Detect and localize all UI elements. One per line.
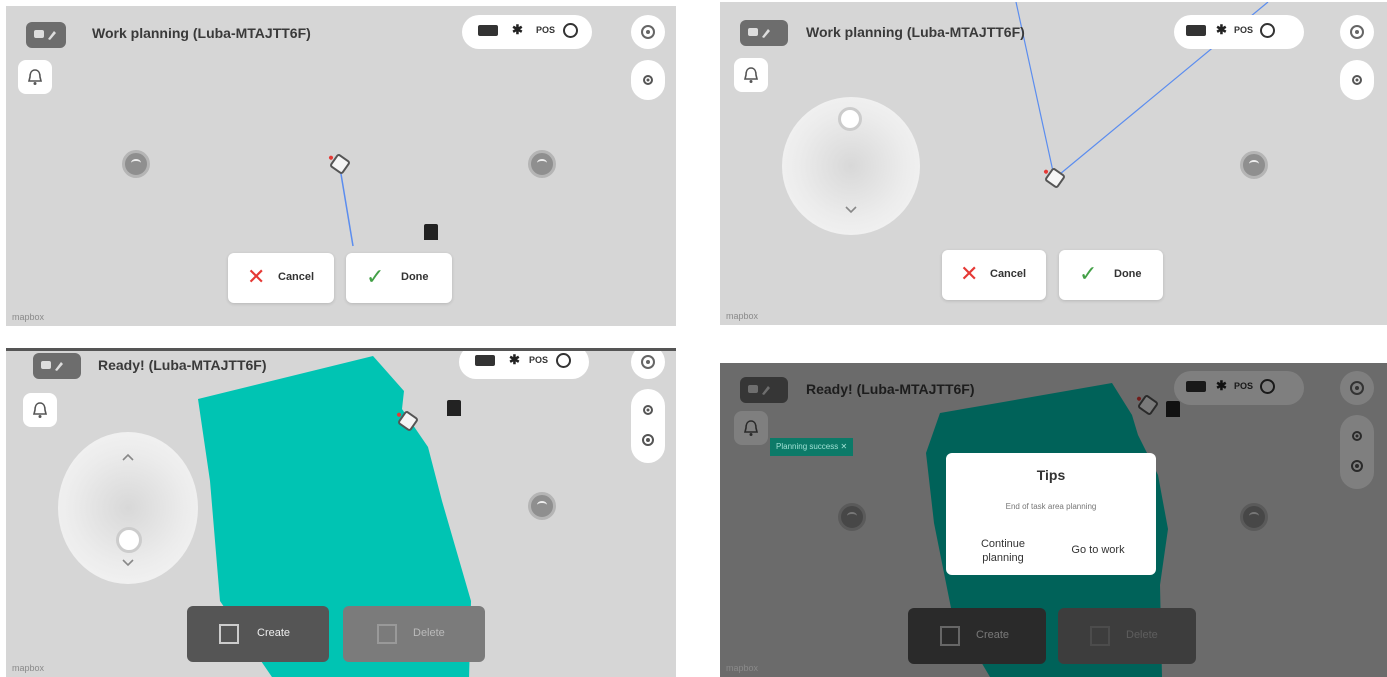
settings-icon <box>641 355 655 369</box>
delete-button[interactable]: Delete <box>343 606 485 662</box>
edit-pill-button[interactable] <box>33 353 81 379</box>
rtk-icon <box>1260 23 1275 38</box>
delete-icon <box>377 624 397 644</box>
status-bar: ✱ POS <box>462 15 592 49</box>
edit-pill-button[interactable] <box>26 22 66 48</box>
joystick-knob[interactable] <box>116 527 142 553</box>
locate-icon[interactable] <box>641 403 655 417</box>
cancel-label: Cancel <box>990 268 1027 280</box>
station-icon <box>447 400 461 416</box>
dialog-message: End of task area planning <box>1005 502 1097 511</box>
page-title: Work planning (Luba-MTAJTT6F) <box>806 24 1025 40</box>
map-watermark: mapbox <box>726 311 759 321</box>
battery-icon <box>1186 25 1206 36</box>
locate-button[interactable] <box>631 60 665 100</box>
battery-icon <box>478 25 498 36</box>
done-label: Done <box>401 271 429 283</box>
delete-label: Delete <box>413 627 445 639</box>
close-icon: ✕ <box>247 264 266 289</box>
cancel-button[interactable]: ✕ Cancel <box>942 250 1046 300</box>
panel-ready-3: Ready! (Luba-MTAJTT6F) ✱ POS Create Dele… <box>6 348 676 677</box>
dialog-title: Tips <box>1036 467 1066 483</box>
status-bar: ✱ POS <box>1174 15 1304 49</box>
toast-text: Planning success <box>776 442 839 451</box>
chevron-up-icon <box>122 453 134 461</box>
continue-planning-button[interactable]: Continue planning <box>968 537 1038 565</box>
bluetooth-icon: ✱ <box>509 352 520 367</box>
map-watermark: mapbox <box>12 663 45 673</box>
bluetooth-icon: ✱ <box>512 22 523 37</box>
edit-icon <box>748 28 770 38</box>
planned-path-line <box>339 167 354 247</box>
page-title: Work planning (Luba-MTAJTT6F) <box>92 25 311 41</box>
bell-icon <box>27 69 43 85</box>
settings-button[interactable] <box>1340 15 1374 49</box>
map-tools-pill <box>631 389 665 463</box>
rtk-icon <box>556 353 571 368</box>
locate-icon <box>1352 75 1362 85</box>
check-icon: ✓ <box>366 264 385 289</box>
done-label: Done <box>1114 268 1142 280</box>
status-bar: ✱ POS <box>459 351 589 379</box>
rtk-icon <box>563 23 578 38</box>
settings-icon <box>1350 25 1364 39</box>
close-icon[interactable]: ✕ <box>841 442 848 451</box>
page-title: Ready! (Luba-MTAJTT6F) <box>98 357 267 373</box>
cancel-button[interactable]: ✕ Cancel <box>228 253 334 303</box>
direction-control-right[interactable] <box>528 492 556 520</box>
direction-control-right[interactable] <box>1240 151 1268 179</box>
bell-icon <box>32 402 48 418</box>
create-label: Create <box>257 627 291 639</box>
create-button[interactable]: Create <box>187 606 329 662</box>
chevron-down-icon <box>122 559 134 567</box>
pos-label: POS <box>536 25 556 35</box>
create-icon <box>219 624 239 644</box>
notification-button[interactable] <box>23 393 57 427</box>
joystick[interactable] <box>782 97 920 235</box>
panel-ready-4: Ready! (Luba-MTAJTT6F) ✱ POS Create Dele… <box>720 363 1387 677</box>
bell-icon <box>743 67 759 83</box>
pos-label: POS <box>529 355 549 365</box>
map-watermark: mapbox <box>726 663 759 673</box>
bluetooth-icon: ✱ <box>1216 22 1227 37</box>
settings-button[interactable] <box>631 15 665 49</box>
direction-control-right[interactable] <box>528 150 556 178</box>
panel-work-planning-2: Work planning (Luba-MTAJTT6F) ✱ POS ✕ Ca… <box>720 2 1387 325</box>
cancel-label: Cancel <box>278 271 315 283</box>
panel-work-planning-1: Work planning (Luba-MTAJTT6F) ✱ POS ✕ Ca… <box>6 6 676 326</box>
locate-icon <box>643 75 653 85</box>
joystick-knob[interactable] <box>838 107 862 131</box>
direction-control-left[interactable] <box>122 150 150 178</box>
close-icon: ✕ <box>960 261 979 286</box>
edit-pill-button[interactable] <box>740 20 788 46</box>
settings-icon <box>641 25 655 39</box>
layers-icon[interactable] <box>641 433 655 447</box>
chevron-down-icon <box>845 206 857 214</box>
notification-button[interactable] <box>734 58 768 92</box>
battery-icon <box>475 355 495 366</box>
station-icon <box>424 224 438 240</box>
check-icon: ✓ <box>1079 261 1098 286</box>
tips-dialog: Tips End of task area planning Continue … <box>946 453 1156 575</box>
done-button[interactable]: ✓ Done <box>1059 250 1163 300</box>
joystick[interactable] <box>58 432 198 584</box>
map-watermark: mapbox <box>12 312 45 322</box>
edit-icon <box>34 30 56 40</box>
done-button[interactable]: ✓ Done <box>346 253 452 303</box>
go-to-work-button[interactable]: Go to work <box>1058 544 1138 556</box>
locate-button[interactable] <box>1340 60 1374 100</box>
notification-button[interactable] <box>18 60 52 94</box>
edit-icon <box>41 361 63 371</box>
pos-label: POS <box>1234 25 1254 35</box>
success-toast: Planning success ✕ <box>770 438 854 456</box>
